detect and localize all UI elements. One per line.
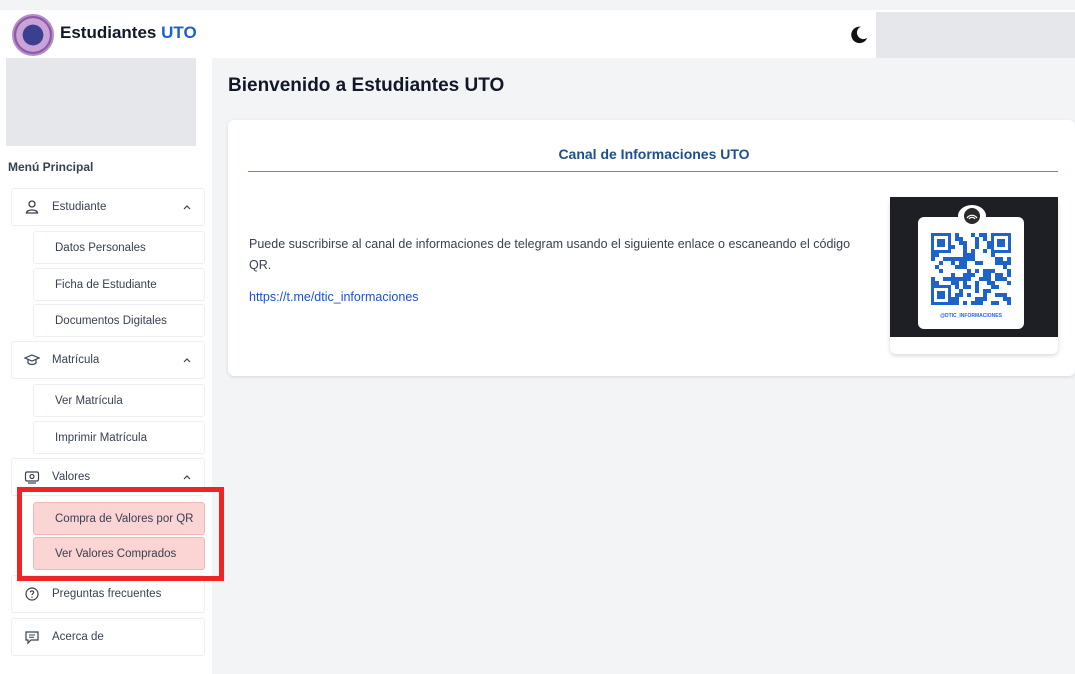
wifi-signal-icon [958, 205, 986, 227]
qr-code-image [931, 233, 1011, 305]
page-title: Bienvenido a Estudiantes UTO [228, 75, 505, 96]
sidebar-item-label: Datos Personales [55, 241, 146, 254]
sidebar-item-compra-valores-qr[interactable]: Compra de Valores por QR [33, 502, 205, 535]
sidebar-item-label: Ver Valores Comprados [55, 547, 177, 560]
sidebar-section-label: Valores [52, 471, 91, 483]
sidebar-section-matricula[interactable]: Matrícula [11, 341, 205, 379]
sidebar-item-label: Preguntas frecuentes [52, 588, 162, 600]
sidebar-item-label: Imprimir Matrícula [55, 431, 148, 444]
info-card: Canal de Informaciones UTO Puede suscrib… [228, 120, 1075, 376]
sidebar-item-label: Ver Matrícula [55, 394, 123, 407]
sidebar-item-ver-valores-comprados[interactable]: Ver Valores Comprados [33, 537, 205, 570]
question-circle-icon [25, 587, 39, 601]
sidebar-item-preguntas-frecuentes[interactable]: Preguntas frecuentes [11, 575, 205, 613]
card-description: Puede suscribirse al canal de informacio… [249, 237, 851, 272]
sidebar-item-imprimir-matricula[interactable]: Imprimir Matrícula [33, 421, 205, 454]
brand-title[interactable]: Estudiantes UTO [60, 23, 197, 43]
moon-icon[interactable] [848, 24, 870, 46]
brand-text: Estudiantes [60, 23, 157, 42]
chevron-up-icon [183, 205, 191, 210]
sidebar-item-label: Documentos Digitales [55, 314, 167, 327]
university-seal-logo[interactable] [12, 14, 54, 56]
sidebar-item-datos-personales[interactable]: Datos Personales [33, 231, 205, 264]
user-icon [25, 200, 39, 214]
sidebar-item-ficha-estudiante[interactable]: Ficha de Estudiante [33, 268, 205, 301]
menu-title: Menú Principal [8, 160, 94, 174]
graduation-cap-icon [24, 354, 40, 366]
sidebar-section-label: Matrícula [52, 354, 100, 366]
sidebar-item-label: Acerca de [52, 631, 104, 643]
user-profile-area [6, 58, 196, 146]
top-bar: Estudiantes UTO [0, 10, 1075, 58]
chevron-up-icon [183, 358, 191, 363]
sidebar-item-documentos-digitales[interactable]: Documentos Digitales [33, 304, 205, 337]
card-divider [248, 171, 1058, 172]
sidebar-item-label: Compra de Valores por QR [55, 512, 194, 525]
chat-bubble-icon [25, 631, 39, 645]
money-icon [24, 471, 40, 484]
sidebar-item-label: Ficha de Estudiante [55, 278, 157, 291]
brand-accent: UTO [161, 23, 197, 42]
qr-caption: @DTIC_INFORMACIONES [940, 313, 1002, 319]
sidebar-section-label: Estudiante [52, 201, 107, 213]
telegram-channel-link[interactable]: https://t.me/dtic_informaciones [249, 290, 419, 304]
chevron-up-icon [183, 475, 191, 480]
user-menu-area[interactable] [876, 12, 1075, 58]
sidebar-section-valores[interactable]: Valores [11, 458, 205, 496]
card-title: Canal de Informaciones UTO [558, 146, 750, 162]
qr-code-panel: @DTIC_INFORMACIONES [918, 205, 1024, 329]
sidebar-item-ver-matricula[interactable]: Ver Matrícula [33, 384, 205, 417]
sidebar-item-acerca-de[interactable]: Acerca de [11, 618, 205, 656]
sidebar-section-estudiante[interactable]: Estudiante [11, 188, 205, 226]
qr-code-card: @DTIC_INFORMACIONES [890, 197, 1058, 354]
